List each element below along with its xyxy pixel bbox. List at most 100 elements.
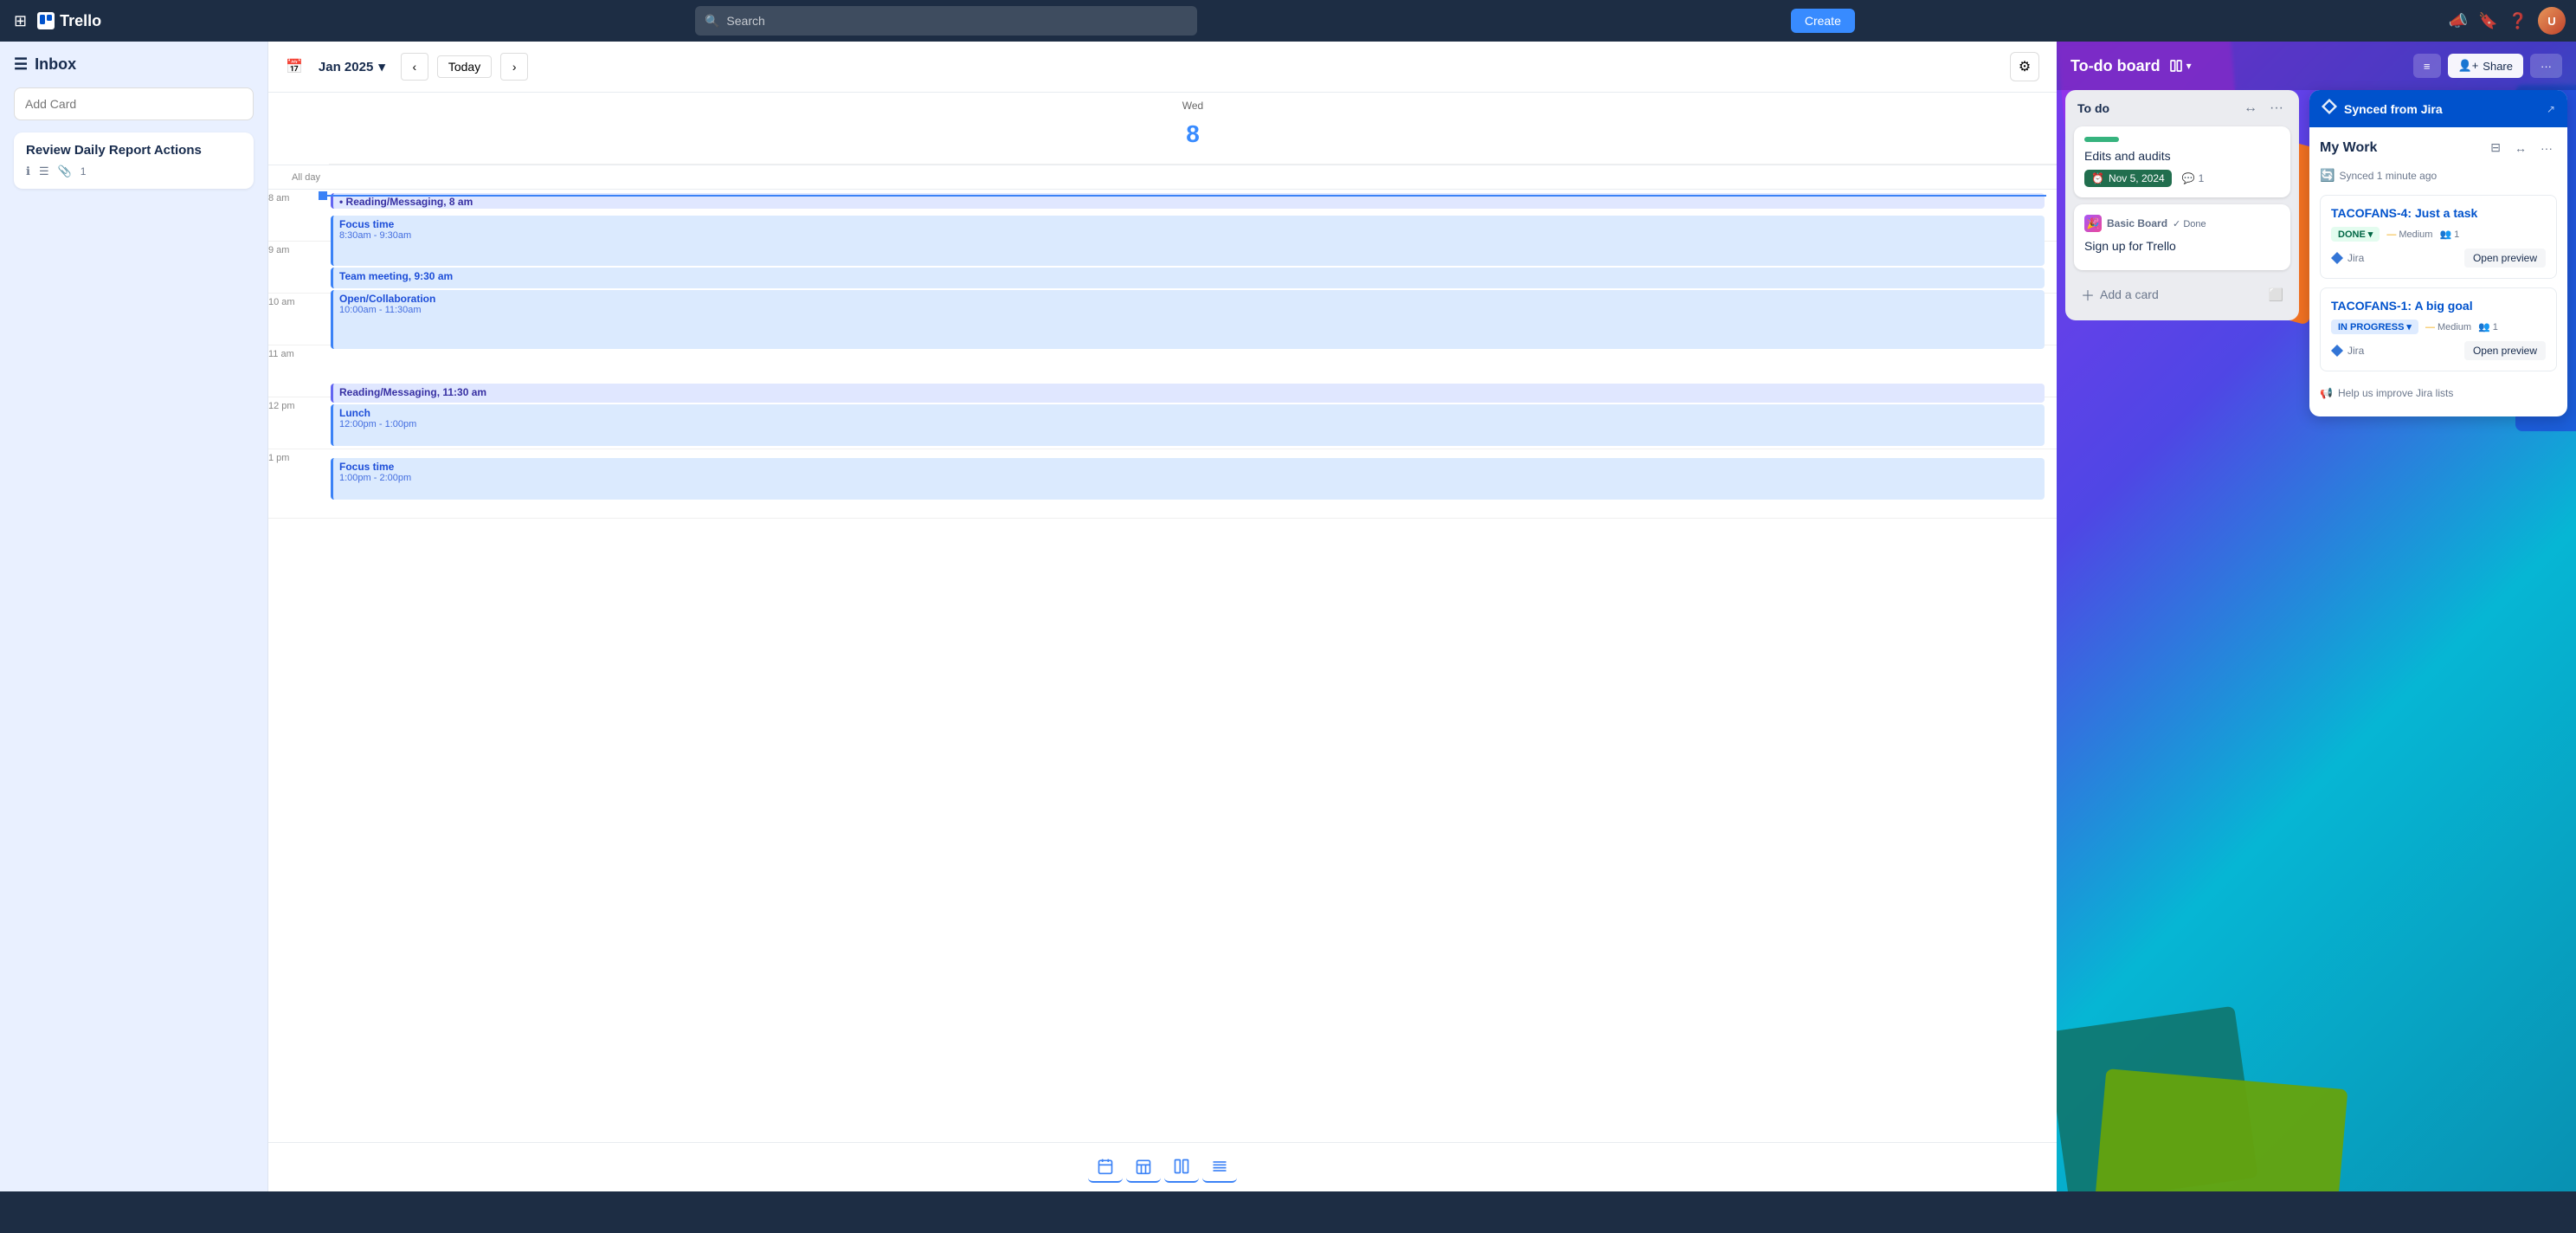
create-button[interactable]: Create — [1791, 9, 1855, 33]
all-day-row: All day — [268, 165, 2057, 190]
list-actions: ↔ ··· — [2240, 99, 2287, 118]
status-badge-done[interactable]: DONE ▾ — [2331, 227, 2380, 242]
inbox-icon: ☰ — [14, 55, 28, 74]
add-card-button[interactable]: ＋ Add a card ⬜ — [2074, 277, 2290, 312]
avatar[interactable]: U — [2538, 7, 2566, 35]
calendar-scroll[interactable]: Wed 8 All day 8 am 9 am — [268, 93, 2057, 1142]
open-preview-button-2[interactable]: Open preview — [2464, 341, 2546, 360]
day-number: 8 — [1174, 115, 1212, 153]
list-more-button[interactable]: ··· — [2266, 99, 2287, 118]
calendar-icon: 📅 — [286, 58, 303, 75]
nav-left: ⊞ Trello — [10, 9, 101, 34]
search-input[interactable] — [726, 14, 1188, 28]
jira-external-link-icon[interactable]: ↗ — [2547, 103, 2555, 115]
template-icon: ⬜ — [2269, 287, 2283, 302]
all-day-label: All day — [268, 165, 329, 189]
current-time-line — [324, 195, 2046, 197]
event-reading-1130[interactable]: Reading/Messaging, 11:30 am — [331, 384, 2045, 403]
card-label-bar — [2084, 137, 2119, 142]
bookmark-icon[interactable]: 🔖 — [2478, 12, 2497, 30]
inbox-panel: ☰ Inbox Review Daily Report Actions ℹ ☰ … — [0, 42, 268, 1191]
card-edits-audits[interactable]: Edits and audits ⏰ Nov 5, 2024 💬 1 — [2074, 126, 2290, 197]
current-time-dot — [319, 191, 327, 200]
month-selector[interactable]: Jan 2025 ▾ — [312, 55, 392, 78]
inbox-title: Inbox — [35, 55, 76, 74]
inbox-card-item[interactable]: Review Daily Report Actions ℹ ☰ 📎 1 — [14, 132, 254, 189]
info-icon: ℹ — [26, 165, 30, 178]
time-label-10am: 10 am — [268, 294, 304, 345]
comment-icon: 💬 — [2182, 172, 2195, 184]
time-grid: 8 am 9 am 10 am 11 am 12 pm — [268, 190, 2057, 1142]
trello-logo[interactable]: Trello — [37, 12, 101, 30]
task-footer-2: Jira Open preview — [2331, 341, 2546, 360]
card-signup-trello[interactable]: 🎉 Basic Board ✓ Done Sign up for Trello — [2074, 204, 2290, 270]
day-view-button[interactable] — [1088, 1152, 1123, 1183]
card-title: Review Daily Report Actions — [26, 143, 242, 158]
attachment-icon: 📎 — [58, 165, 72, 178]
calendar-panel: 📅 Jan 2025 ▾ ‹ Today › ⚙ Wed 8 All day — [268, 42, 2057, 1191]
improve-jira-link[interactable]: 📢 Help us improve Jira lists — [2320, 380, 2557, 406]
collapse-button[interactable]: ↔ — [2510, 138, 2531, 158]
list-collapse-button[interactable]: ↔ — [2240, 99, 2261, 118]
assignee-badge-2: 👥 1 — [2478, 321, 2498, 332]
more-button[interactable]: ··· — [2536, 138, 2557, 158]
week-view-button[interactable] — [1126, 1152, 1161, 1183]
plus-icon: ＋ — [2081, 284, 2095, 305]
next-month-button[interactable]: › — [500, 53, 528, 81]
priority-icon: — — [2386, 229, 2396, 240]
notifications-icon[interactable]: 📣 — [2449, 12, 2468, 30]
time-label-9am: 9 am — [268, 242, 298, 294]
filter-button[interactable]: ⊟ — [2486, 138, 2505, 158]
event-team-meeting[interactable]: Team meeting, 9:30 am — [331, 268, 2045, 288]
search-icon: 🔍 — [705, 14, 719, 29]
priority-badge-2: — Medium — [2425, 322, 2471, 332]
calendar-header: 📅 Jan 2025 ▾ ‹ Today › ⚙ — [268, 42, 2057, 93]
today-button[interactable]: Today — [437, 55, 492, 78]
jira-source-2: Jira — [2331, 345, 2364, 357]
search-bar[interactable]: 🔍 — [695, 6, 1197, 36]
jira-task-1[interactable]: TACOFANS-4: Just a task DONE ▾ — Medium — [2320, 195, 2557, 279]
board-background: To-do board ▾ ≡ 👤+ Share ··· — [2057, 42, 2576, 1191]
assignee-badge-1: 👥 1 — [2439, 229, 2459, 240]
board-header: To-do board ▾ ≡ 👤+ Share ··· — [2057, 42, 2576, 90]
board-color: 🎉 — [2084, 215, 2102, 232]
help-icon[interactable]: ❓ — [2508, 12, 2528, 30]
prev-month-button[interactable]: ‹ — [401, 53, 428, 81]
event-focus-8am[interactable]: Focus time 8:30am - 9:30am — [331, 216, 2045, 266]
open-preview-button-1[interactable]: Open preview — [2464, 249, 2546, 268]
event-focus-1pm[interactable]: Focus time 1:00pm - 2:00pm — [331, 458, 2045, 500]
card-signup-title: Sign up for Trello — [2084, 239, 2280, 253]
jira-task-2[interactable]: TACOFANS-1: A big goal IN PROGRESS ▾ — M… — [2320, 287, 2557, 371]
board-view-toggle[interactable]: ▾ — [2169, 59, 2192, 73]
board-status: ✓ Done — [2173, 218, 2206, 229]
board-more-button[interactable]: ··· — [2530, 54, 2562, 78]
calendar-settings-button[interactable]: ⚙ — [2010, 52, 2039, 81]
jira-header-title: Synced from Jira — [2344, 102, 2540, 116]
grid-icon[interactable]: ⊞ — [10, 9, 30, 34]
event-open-collab[interactable]: Open/Collaboration 10:00am - 11:30am — [331, 290, 2045, 349]
list-title: To do — [2077, 101, 2109, 115]
card-meta-row: ⏰ Nov 5, 2024 💬 1 — [2084, 170, 2280, 187]
board-view-button[interactable] — [1164, 1152, 1199, 1183]
priority-icon-2: — — [2425, 322, 2435, 332]
jira-body: My Work ⊟ ↔ ··· 🔄 Synced 1 minute ago — [2309, 127, 2567, 416]
main-layout: ☰ Inbox Review Daily Report Actions ℹ ☰ … — [0, 42, 2576, 1191]
timeline-view-button[interactable] — [1202, 1152, 1237, 1183]
day-header-row: Wed 8 — [268, 93, 2057, 165]
time-label-8am: 8 am — [268, 190, 298, 242]
time-label-11am: 11 am — [268, 345, 303, 397]
event-lunch[interactable]: Lunch 12:00pm - 1:00pm — [331, 404, 2045, 446]
share-button[interactable]: 👤+ Share — [2448, 54, 2523, 78]
todo-list: To do ↔ ··· Edits and audits ⏰ — [2065, 90, 2299, 320]
attachment-count: 1 — [80, 165, 87, 178]
board-menu-button[interactable]: ≡ — [2413, 54, 2441, 78]
status-badge-in-progress[interactable]: IN PROGRESS ▾ — [2331, 320, 2418, 334]
list-header: To do ↔ ··· — [2074, 99, 2290, 118]
jira-logo-icon — [2322, 99, 2337, 119]
my-work-header: My Work ⊟ ↔ ··· — [2320, 138, 2557, 158]
calendar-toolbar — [268, 1142, 2057, 1191]
jira-icon-2 — [2331, 345, 2343, 357]
task-meta-1: DONE ▾ — Medium 👥 1 — [2331, 227, 2546, 242]
clock-icon: ⏰ — [2091, 172, 2104, 184]
add-card-input[interactable] — [14, 87, 254, 120]
